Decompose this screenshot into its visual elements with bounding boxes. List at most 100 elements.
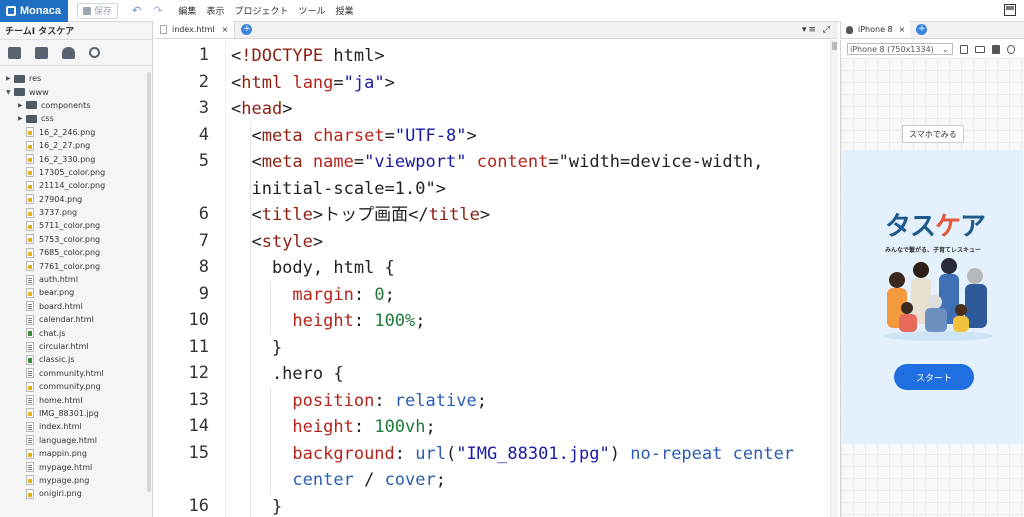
code-line[interactable]: initial-scale=1.0"> [231,176,445,202]
device-select[interactable]: iPhone 8 (750x1334) ⌄ [847,43,953,55]
file-item[interactable]: 16_2_27.png [0,139,152,152]
device-select-value: iPhone 8 (750x1334) [850,44,934,54]
monaca-logo[interactable]: Monaca [0,0,68,22]
file-item[interactable]: 16_2_330.png [0,152,152,165]
folder-item[interactable]: ▼ www [0,85,152,98]
file-item[interactable]: circular.html [0,340,152,353]
editor-scrollbar[interactable] [830,40,838,517]
code-line[interactable]: height: 100%; [231,308,425,334]
file-item[interactable]: bear.png [0,286,152,299]
file-item[interactable]: chat.js [0,326,152,339]
file-item[interactable]: mypage.png [0,474,152,487]
file-item[interactable]: 7761_color.png [0,259,152,272]
png-file-icon [26,287,34,298]
folder-item[interactable]: ▶ css [0,112,152,125]
file-item[interactable]: 27904.png [0,193,152,206]
new-folder-icon[interactable] [35,46,48,59]
file-item[interactable]: 3737.png [0,206,152,219]
screenshot-icon[interactable] [992,44,1000,54]
line-number: 16 [188,495,209,516]
code-line[interactable]: <!DOCTYPE html> [231,43,385,69]
file-item[interactable]: community.html [0,367,152,380]
code-line[interactable]: body, html { [231,255,395,281]
file-item[interactable]: 16_2_246.png [0,126,152,139]
preview-tab-label: iPhone 8 [858,25,893,34]
code-line[interactable]: background: url("IMG_88301.jpg") no-repe… [231,441,794,467]
code-line[interactable]: <meta charset="UTF-8"> [231,123,476,149]
file-item[interactable]: mappin.png [0,447,152,460]
code-line[interactable]: .hero { [231,361,344,387]
file-name: 5711_color.png [39,221,101,231]
file-item[interactable]: auth.html [0,273,152,286]
new-file-icon[interactable] [8,46,21,59]
file-item[interactable]: board.html [0,300,152,313]
explorer-scrollbar[interactable] [147,72,151,492]
file-item[interactable]: onigiri.png [0,487,152,500]
code-line[interactable]: } [231,494,282,517]
folder-item[interactable]: ▶ res [0,72,152,85]
menu-tools[interactable]: ツール [299,4,326,17]
line-number: 3 [198,98,209,118]
tab-index-html[interactable]: index.html × [154,21,236,38]
file-item[interactable]: 5711_color.png [0,219,152,232]
file-item[interactable]: index.html [0,420,152,433]
code-line[interactable]: <meta name="viewport" content="width=dev… [231,149,763,175]
window-layout-icon[interactable] [1004,4,1016,16]
png-file-icon [26,140,34,151]
chevron-right-icon[interactable]: ▶ [6,75,14,82]
code-line[interactable]: center / cover; [231,467,446,493]
code-editor[interactable]: 1 2 3 4 5 6 7 8 9 10 11 12 13 14 15 16 <!DOCTYPE html> <… [154,40,838,517]
png-file-icon [26,488,34,499]
code-line[interactable]: <style> [231,229,323,255]
file-item[interactable]: 7685_color.png [0,246,152,259]
redo-icon[interactable]: ↷ [153,4,162,17]
file-name: classic.js [39,355,75,365]
menu-project[interactable]: プロジェクト [234,4,288,17]
png-file-icon [26,154,34,165]
chevron-down-icon: ⌄ [942,44,949,54]
tab-iphone-8[interactable]: iPhone 8 × [841,21,911,38]
code-line[interactable]: <head> [231,96,292,122]
code-line[interactable]: margin: 0; [231,282,394,308]
line-number: 5 [198,151,209,171]
folder-item[interactable]: ▶ components [0,99,152,112]
file-item[interactable]: language.html [0,434,152,447]
undo-icon[interactable]: ↶ [132,4,141,17]
code-line[interactable]: <title>トップ画面</title> [231,202,490,228]
file-item[interactable]: community.png [0,380,152,393]
file-item[interactable]: IMG_88301.jpg [0,407,152,420]
file-item[interactable]: 17305_color.png [0,166,152,179]
upload-icon[interactable] [62,46,75,59]
file-item[interactable]: mypage.html [0,460,152,473]
file-item[interactable]: classic.js [0,353,152,366]
file-item[interactable]: calendar.html [0,313,152,326]
file-item[interactable]: 5753_color.png [0,233,152,246]
file-item[interactable]: home.html [0,393,152,406]
refresh-icon[interactable] [89,47,100,58]
line-number: 11 [188,336,209,357]
landscape-icon[interactable] [975,45,985,53]
code-line[interactable]: } [231,335,282,361]
start-button[interactable]: スタート [894,364,974,390]
save-button[interactable]: 保存 [77,2,119,19]
file-explorer: チームI タスケア ▶ res ▼ www ▶ components ▶ css 16_2_24… [0,22,153,517]
portrait-icon[interactable] [960,44,968,54]
close-icon[interactable]: × [899,25,906,34]
chevron-down-icon[interactable]: ▼ [6,89,14,96]
code-line[interactable]: <html lang="ja"> [231,70,395,96]
close-icon[interactable]: × [222,25,229,34]
add-tab-icon[interactable]: + [241,24,253,35]
chevron-right-icon[interactable]: ▶ [18,102,26,109]
refresh-preview-icon[interactable] [1007,44,1015,54]
smartphone-view-button[interactable]: スマホでみる [902,125,964,143]
file-tree: ▶ res ▼ www ▶ components ▶ css 16_2_246.png 16_2_… [0,66,152,515]
menu-edit[interactable]: 編集 [178,4,196,17]
menu-view[interactable]: 表示 [206,4,224,17]
tab-menu-icon[interactable]: ▾≡ ⤢ [802,25,832,35]
menu-class[interactable]: 授業 [336,4,354,17]
file-item[interactable]: 21114_color.png [0,179,152,192]
add-preview-icon[interactable]: + [916,24,928,35]
file-name: bear.png [39,288,75,298]
chevron-right-icon[interactable]: ▶ [18,115,26,122]
code-line[interactable]: height: 100vh; [231,414,435,440]
